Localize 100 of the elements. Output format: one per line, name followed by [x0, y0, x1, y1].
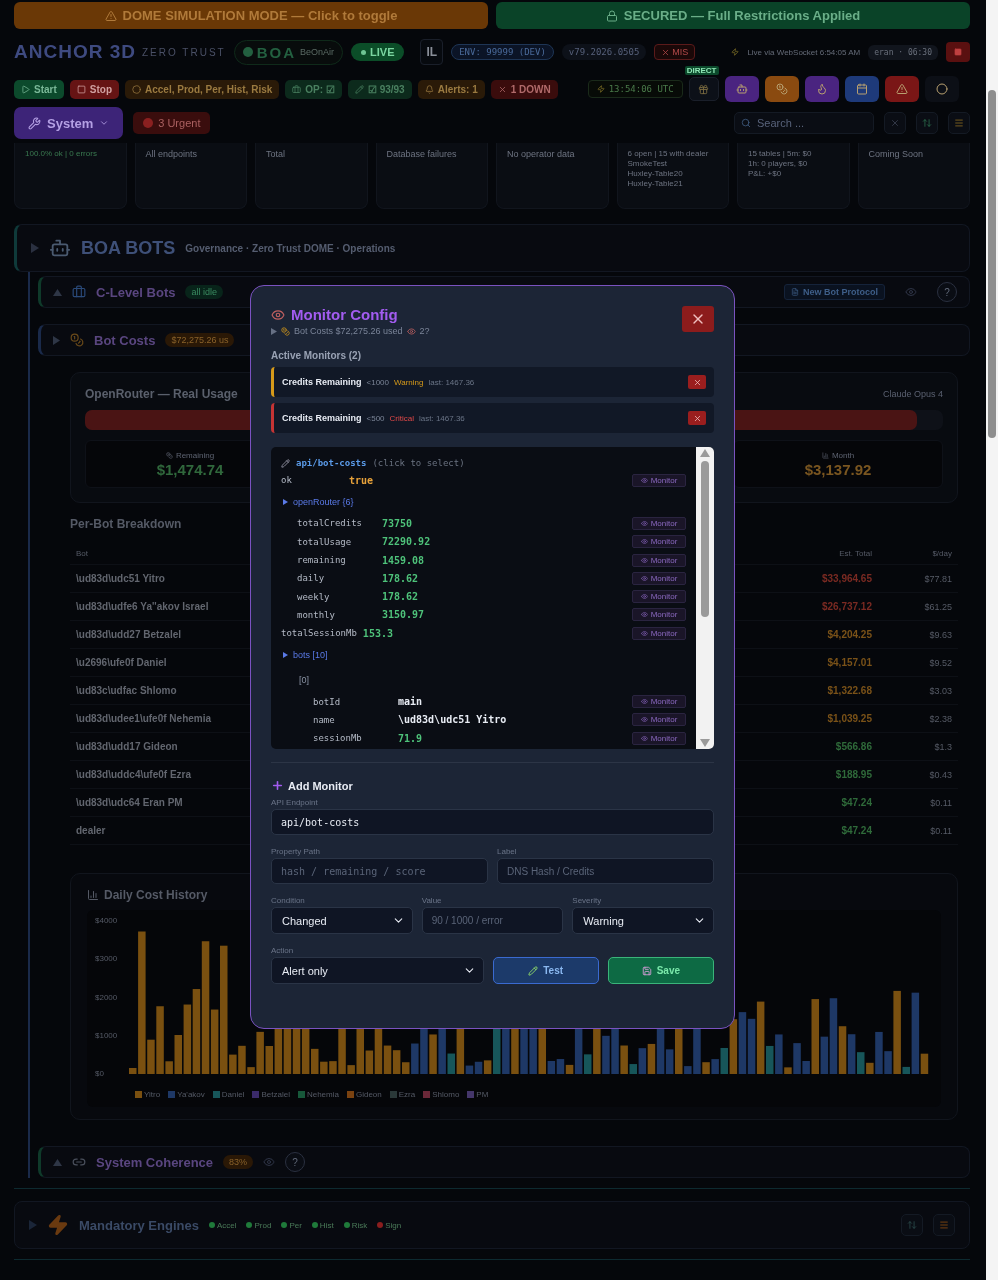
json-value: 153.3 — [362, 627, 393, 639]
bot-name: \ud83d\udc64 Eran PM — [76, 797, 183, 808]
coherence-badge: 83% — [223, 1155, 254, 1169]
bot-name: \u2696\ufe0f Daniel — [76, 657, 167, 668]
active-monitors-title: Active Monitors (2) — [271, 350, 361, 361]
user-badge: eran · 06:30 — [868, 44, 938, 60]
monitor-severity: Critical — [389, 413, 414, 423]
daily-cost: $0.43 — [929, 769, 952, 780]
tile-label: Month — [821, 450, 855, 460]
json-key: botId — [313, 696, 398, 707]
total-cost: $47.24 — [841, 825, 872, 836]
legend-item: Ezra — [389, 1090, 416, 1099]
legend-item: Betzalel — [252, 1090, 290, 1099]
legend-item: Yitro — [135, 1090, 161, 1099]
json-key: ok — [281, 475, 349, 486]
section-subtitle: Governance · Zero Trust DOME · Operations — [185, 242, 396, 254]
tree-hint: (click to select) — [372, 458, 465, 468]
cost-badge: $72,275.26 us — [165, 333, 235, 347]
bot-name: \ud83c\udfac Shlomo — [76, 685, 177, 696]
daily-cost: $3.03 — [929, 685, 952, 696]
stat-text: Huxley-Table20 — [627, 169, 683, 178]
direct-badge: DIRECT — [684, 66, 719, 75]
field-label: Severity — [572, 896, 602, 905]
field-label: Property Path — [271, 847, 320, 856]
json-group-label: [0] — [299, 674, 309, 685]
json-key: name — [313, 714, 398, 725]
bot-name: \ud83d\udee1\ufe0f Nehemia — [76, 713, 212, 724]
boa-sublabel: BeOnAir — [300, 47, 335, 57]
legend-item: Ya'akov — [168, 1090, 205, 1099]
total-cost: $188.95 — [835, 769, 872, 780]
websocket-status: Live via WebSocket 6:54:05 AM — [747, 47, 861, 57]
legend-item: PM — [467, 1090, 489, 1099]
json-value: 3150.97 — [382, 609, 425, 621]
stat-text: 15 tables | 5m: $0 — [748, 149, 812, 158]
stat-text: Total — [266, 149, 285, 159]
tile-value: $3,137.92 — [804, 460, 872, 478]
mis-badge: MIS — [654, 44, 696, 60]
field-label: Value — [421, 896, 442, 905]
legend-item: Shlomo — [423, 1090, 460, 1099]
brand-title: ANCHOR 3D — [14, 41, 136, 63]
stat-text: 1h: 0 players, $0 — [748, 159, 808, 168]
model-name: Claude Opus 4 — [882, 389, 943, 399]
engine-status: Accel — [208, 1220, 237, 1230]
section-title: Bot Costs — [94, 332, 156, 348]
bot-name: \ud83d\udd17 Gideon — [76, 741, 178, 752]
json-key: weekly — [297, 591, 382, 602]
field-label: Action — [271, 946, 294, 955]
idle-badge: all idle — [185, 285, 223, 299]
y-axis-label: $3000 — [95, 954, 118, 964]
json-key: remaining — [297, 555, 382, 566]
daily-cost: $9.52 — [929, 657, 952, 668]
live-badge: LIVE — [351, 43, 405, 61]
boa-label: BOA — [256, 43, 296, 61]
total-cost: $1,322.68 — [827, 685, 872, 696]
json-value: 1459.08 — [382, 554, 425, 566]
json-key: totalSessionMb — [281, 628, 363, 639]
stat-text: Coming Soon — [868, 149, 924, 159]
tile-label: Remaining — [165, 450, 215, 460]
engine-status: Sign — [377, 1220, 402, 1230]
legend-item: Gideon — [346, 1090, 382, 1099]
monitor-label: Credits Remaining — [282, 377, 362, 387]
json-value: 73750 — [382, 517, 413, 529]
daily-cost: $77.81 — [924, 573, 952, 584]
add-monitor-title: Add Monitor — [271, 779, 353, 792]
section-title: Mandatory Engines — [79, 1217, 199, 1233]
total-cost: $566.86 — [835, 741, 872, 752]
stat-text: 6 open | 15 with dealer — [627, 149, 709, 158]
field-label: API Endpoint — [271, 798, 318, 807]
field-label: Condition — [271, 896, 305, 905]
json-key: totalUsage — [297, 536, 382, 547]
utc-clock: 13:54:06 UTC — [587, 80, 683, 98]
version-badge: v79.2026.0505 — [561, 44, 647, 60]
total-cost: $33,964.65 — [821, 573, 872, 584]
json-value: 71.9 — [398, 732, 423, 744]
stat-text: All endpoints — [145, 149, 198, 159]
total-cost: $4,204.25 — [827, 629, 872, 640]
usage-title: OpenRouter — Real Usage — [85, 387, 238, 401]
json-key: sessionMb — [313, 733, 398, 744]
json-value: true — [349, 474, 374, 486]
json-key: totalCredits — [297, 518, 382, 529]
daily-cost: $0.11 — [930, 825, 952, 836]
daily-cost: $2.38 — [929, 713, 952, 724]
stat-text: 100.0% ok | 0 errors — [25, 149, 97, 158]
bot-name: \ud83d\uddc4\ufe0f Ezra — [76, 769, 192, 780]
y-axis-label: $0 — [95, 1069, 104, 1078]
daily-cost: $9.63 — [929, 629, 952, 640]
engine-status: Hist — [311, 1220, 334, 1230]
monitor-condition: <1000 — [366, 377, 389, 387]
json-key: monthly — [297, 609, 382, 620]
monitor-last-value: last: 1467.36 — [428, 377, 475, 387]
stat-text: No operator data — [507, 149, 575, 159]
legend-item: Daniel — [212, 1090, 245, 1099]
legend-item: Nehemia — [297, 1090, 339, 1099]
engine-status: Prod — [246, 1220, 272, 1230]
field-label: Label — [497, 847, 517, 856]
section-title: System Coherence — [96, 1154, 214, 1170]
bot-name: \ud83d\udc51 Yitro — [76, 573, 165, 584]
monitor-condition: <500 — [366, 413, 385, 423]
json-value: \ud83d\udc51 Yitro — [398, 714, 507, 726]
json-value: 178.62 — [382, 591, 419, 603]
